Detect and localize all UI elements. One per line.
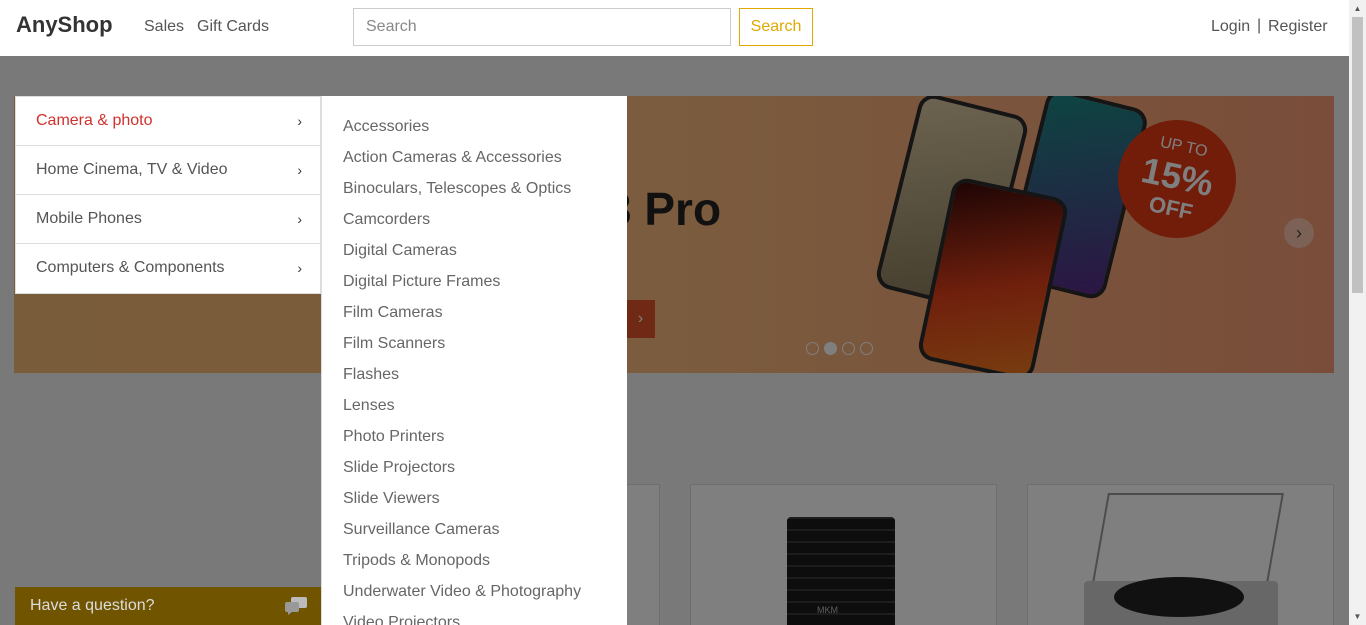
site-header: AnyShop Sales Gift Cards Search Login | … [0, 0, 1349, 56]
subcategory-item[interactable]: Underwater Video & Photography [322, 581, 627, 612]
category-label: Camera & photo [36, 112, 153, 129]
subcategory-item[interactable]: Camcorders [322, 209, 627, 240]
subcategory-item[interactable]: Accessories [322, 116, 627, 147]
nav-link-sales[interactable]: Sales [144, 18, 184, 36]
subcategory-item[interactable]: Action Cameras & Accessories [322, 147, 627, 178]
scroll-down-arrow-icon[interactable]: ▼ [1349, 608, 1366, 625]
chevron-right-icon: › [297, 162, 302, 178]
search-button[interactable]: Search [739, 8, 813, 46]
category-label: Mobile Phones [36, 210, 142, 227]
chat-icon [285, 597, 307, 615]
subcategory-item[interactable]: Lenses [322, 395, 627, 426]
nav-link-gift-cards[interactable]: Gift Cards [197, 18, 269, 36]
scroll-up-arrow-icon[interactable]: ▲ [1349, 0, 1366, 17]
subcategory-item[interactable]: Photo Printers [322, 426, 627, 457]
category-item-home-cinema[interactable]: Home Cinema, TV & Video › [16, 146, 320, 195]
chevron-right-icon: › [297, 113, 302, 129]
auth-separator: | [1257, 17, 1262, 34]
subcategory-item[interactable]: Binoculars, Telescopes & Optics [322, 178, 627, 209]
login-link[interactable]: Login [1211, 18, 1250, 36]
subcategory-item[interactable]: Digital Picture Frames [322, 271, 627, 302]
subcategory-item[interactable]: Surveillance Cameras [322, 519, 627, 550]
register-link[interactable]: Register [1268, 18, 1328, 36]
category-item-computers[interactable]: Computers & Components › [16, 244, 320, 293]
category-item-camera-photo[interactable]: Camera & photo › [16, 97, 320, 146]
question-label: Have a question? [30, 597, 155, 614]
subcategory-item[interactable]: Film Cameras [322, 302, 627, 333]
subcategory-item[interactable]: Film Scanners [322, 333, 627, 364]
page-scrollbar[interactable]: ▲ ▼ [1349, 0, 1366, 625]
subcategory-item[interactable]: Digital Cameras [322, 240, 627, 271]
subcategory-item[interactable]: Tripods & Monopods [322, 550, 627, 581]
subcategory-item[interactable]: Slide Viewers [322, 488, 627, 519]
category-menu: Camera & photo › Home Cinema, TV & Video… [15, 96, 321, 294]
search-input[interactable] [353, 8, 731, 46]
category-item-mobile-phones[interactable]: Mobile Phones › [16, 195, 320, 244]
chevron-right-icon: › [297, 211, 302, 227]
have-a-question-bar[interactable]: Have a question? [15, 587, 321, 625]
subcategory-item[interactable]: Video Projectors [322, 612, 627, 625]
chevron-right-icon: › [297, 260, 302, 276]
subcategory-menu: Accessories Action Cameras & Accessories… [321, 96, 627, 625]
category-label: Home Cinema, TV & Video [36, 161, 228, 178]
category-label: Computers & Components [36, 259, 225, 276]
subcategory-item[interactable]: Slide Projectors [322, 457, 627, 488]
site-logo[interactable]: AnyShop [16, 12, 113, 38]
scrollbar-thumb[interactable] [1352, 17, 1363, 293]
subcategory-item[interactable]: Flashes [322, 364, 627, 395]
